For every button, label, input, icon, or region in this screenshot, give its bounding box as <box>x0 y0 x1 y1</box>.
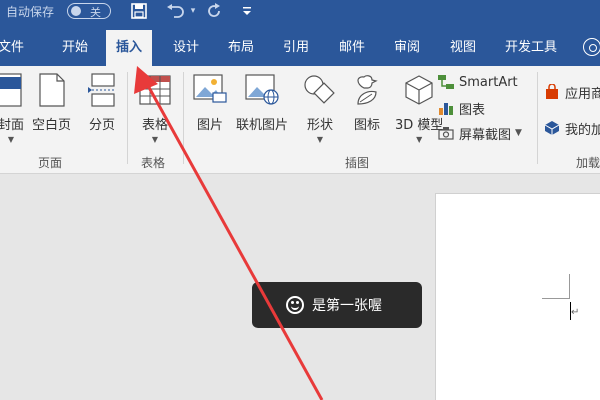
autosave-toggle[interactable]: 关 <box>67 3 111 19</box>
smartart-button[interactable]: SmartArt <box>437 72 518 92</box>
tab-developer[interactable]: 开发工具 <box>505 30 557 66</box>
chart-label: 图表 <box>459 102 486 118</box>
group-label-addins: 加载 <box>576 156 600 170</box>
margin-marker <box>569 274 570 299</box>
paragraph-mark-icon: ↵ <box>571 307 580 318</box>
tab-design[interactable]: 设计 <box>173 30 199 66</box>
blank-page-icon <box>35 72 69 108</box>
blank-page-label: 空白页 <box>32 118 72 133</box>
tab-view[interactable]: 视图 <box>450 30 476 66</box>
group-separator <box>127 72 128 164</box>
toast-message: 是第一张喔 <box>252 282 422 328</box>
icons-label: 图标 <box>353 118 380 133</box>
group-label-illustrations: 插图 <box>345 156 370 170</box>
my-addins-button[interactable]: 我的加 <box>543 118 600 138</box>
picture-icon <box>193 72 227 108</box>
chevron-down-icon: ▼ <box>416 135 423 144</box>
undo-dropdown-icon[interactable]: ▾ <box>182 0 204 22</box>
smiley-icon <box>286 296 304 314</box>
tab-review[interactable]: 审阅 <box>394 30 420 66</box>
icons-icon <box>350 72 384 108</box>
group-label-tables: 表格 <box>141 156 166 170</box>
lightbulb-help-icon[interactable] <box>583 38 600 56</box>
autosave-label: 自动保存 <box>6 5 55 19</box>
cube-icon <box>402 72 436 108</box>
screenshot-label: 屏幕截图 <box>459 127 512 143</box>
smartart-label: SmartArt <box>459 74 518 90</box>
shapes-button[interactable]: 形状 ▼ <box>303 72 337 144</box>
chevron-down-icon: ▼ <box>151 135 159 144</box>
group-label-pages: 页面 <box>38 156 63 170</box>
online-picture-icon <box>245 72 279 108</box>
shapes-icon <box>303 72 337 108</box>
addins-cube-icon <box>543 119 561 137</box>
redo-icon[interactable] <box>203 0 225 22</box>
picture-button[interactable]: 图片 <box>193 72 227 133</box>
chevron-down-icon: ▼ <box>316 135 324 144</box>
title-bar: 自动保存 关 ▾ <box>0 0 600 30</box>
ribbon-panel: 封面 ▼ 空白页 分页 页面 表格 ▼ 表格 图片 联机图片 形状 ▼ 图标 3… <box>0 66 600 174</box>
page-break-button[interactable]: 分页 <box>85 72 119 133</box>
group-separator <box>183 72 184 164</box>
save-icon[interactable] <box>128 0 150 22</box>
chevron-down-icon: ▼ <box>515 128 522 138</box>
page-break-icon <box>85 72 119 108</box>
tab-home[interactable]: 开始 <box>62 30 88 66</box>
table-label: 表格 <box>141 118 168 133</box>
shapes-label: 形状 <box>306 118 333 133</box>
ribbon-tabs: 文件 开始 插入 设计 布局 引用 邮件 审阅 视图 开发工具 <box>0 30 600 66</box>
table-button[interactable]: 表格 ▼ <box>138 72 172 144</box>
online-picture-button[interactable]: 联机图片 <box>236 72 288 133</box>
margin-marker <box>542 298 569 299</box>
cover-page-label: 封面 <box>0 118 24 133</box>
tab-references[interactable]: 引用 <box>283 30 309 66</box>
screenshot-button[interactable]: 屏幕截图 ▼ <box>437 123 522 143</box>
tab-layout[interactable]: 布局 <box>228 30 254 66</box>
autosave-state: 关 <box>90 6 101 19</box>
cover-page-icon <box>0 72 28 108</box>
store-label: 应用商 <box>565 86 600 102</box>
tab-file[interactable]: 文件 <box>0 30 24 66</box>
toggle-knob <box>71 6 81 16</box>
tab-mailings[interactable]: 邮件 <box>339 30 365 66</box>
store-bag-icon <box>543 83 561 101</box>
chevron-down-icon: ▼ <box>7 135 15 144</box>
online-picture-label: 联机图片 <box>236 118 289 133</box>
document-page[interactable]: ↵ <box>435 193 600 400</box>
chart-button[interactable]: 图表 <box>437 98 485 118</box>
blank-page-button[interactable]: 空白页 <box>32 72 71 133</box>
group-separator <box>537 72 538 164</box>
icons-button[interactable]: 图标 <box>350 72 384 133</box>
bar-chart-icon <box>437 99 455 117</box>
picture-label: 图片 <box>196 118 223 133</box>
camera-icon <box>437 124 455 142</box>
tab-insert[interactable]: 插入 <box>106 30 153 66</box>
cover-page-button[interactable]: 封面 ▼ <box>0 72 28 144</box>
my-addins-label: 我的加 <box>565 122 600 138</box>
store-button[interactable]: 应用商 <box>543 82 600 102</box>
page-break-label: 分页 <box>88 118 115 133</box>
smartart-icon <box>437 73 455 91</box>
customize-icon[interactable] <box>236 0 258 22</box>
toast-text: 是第一张喔 <box>312 298 382 314</box>
table-icon <box>138 72 172 108</box>
